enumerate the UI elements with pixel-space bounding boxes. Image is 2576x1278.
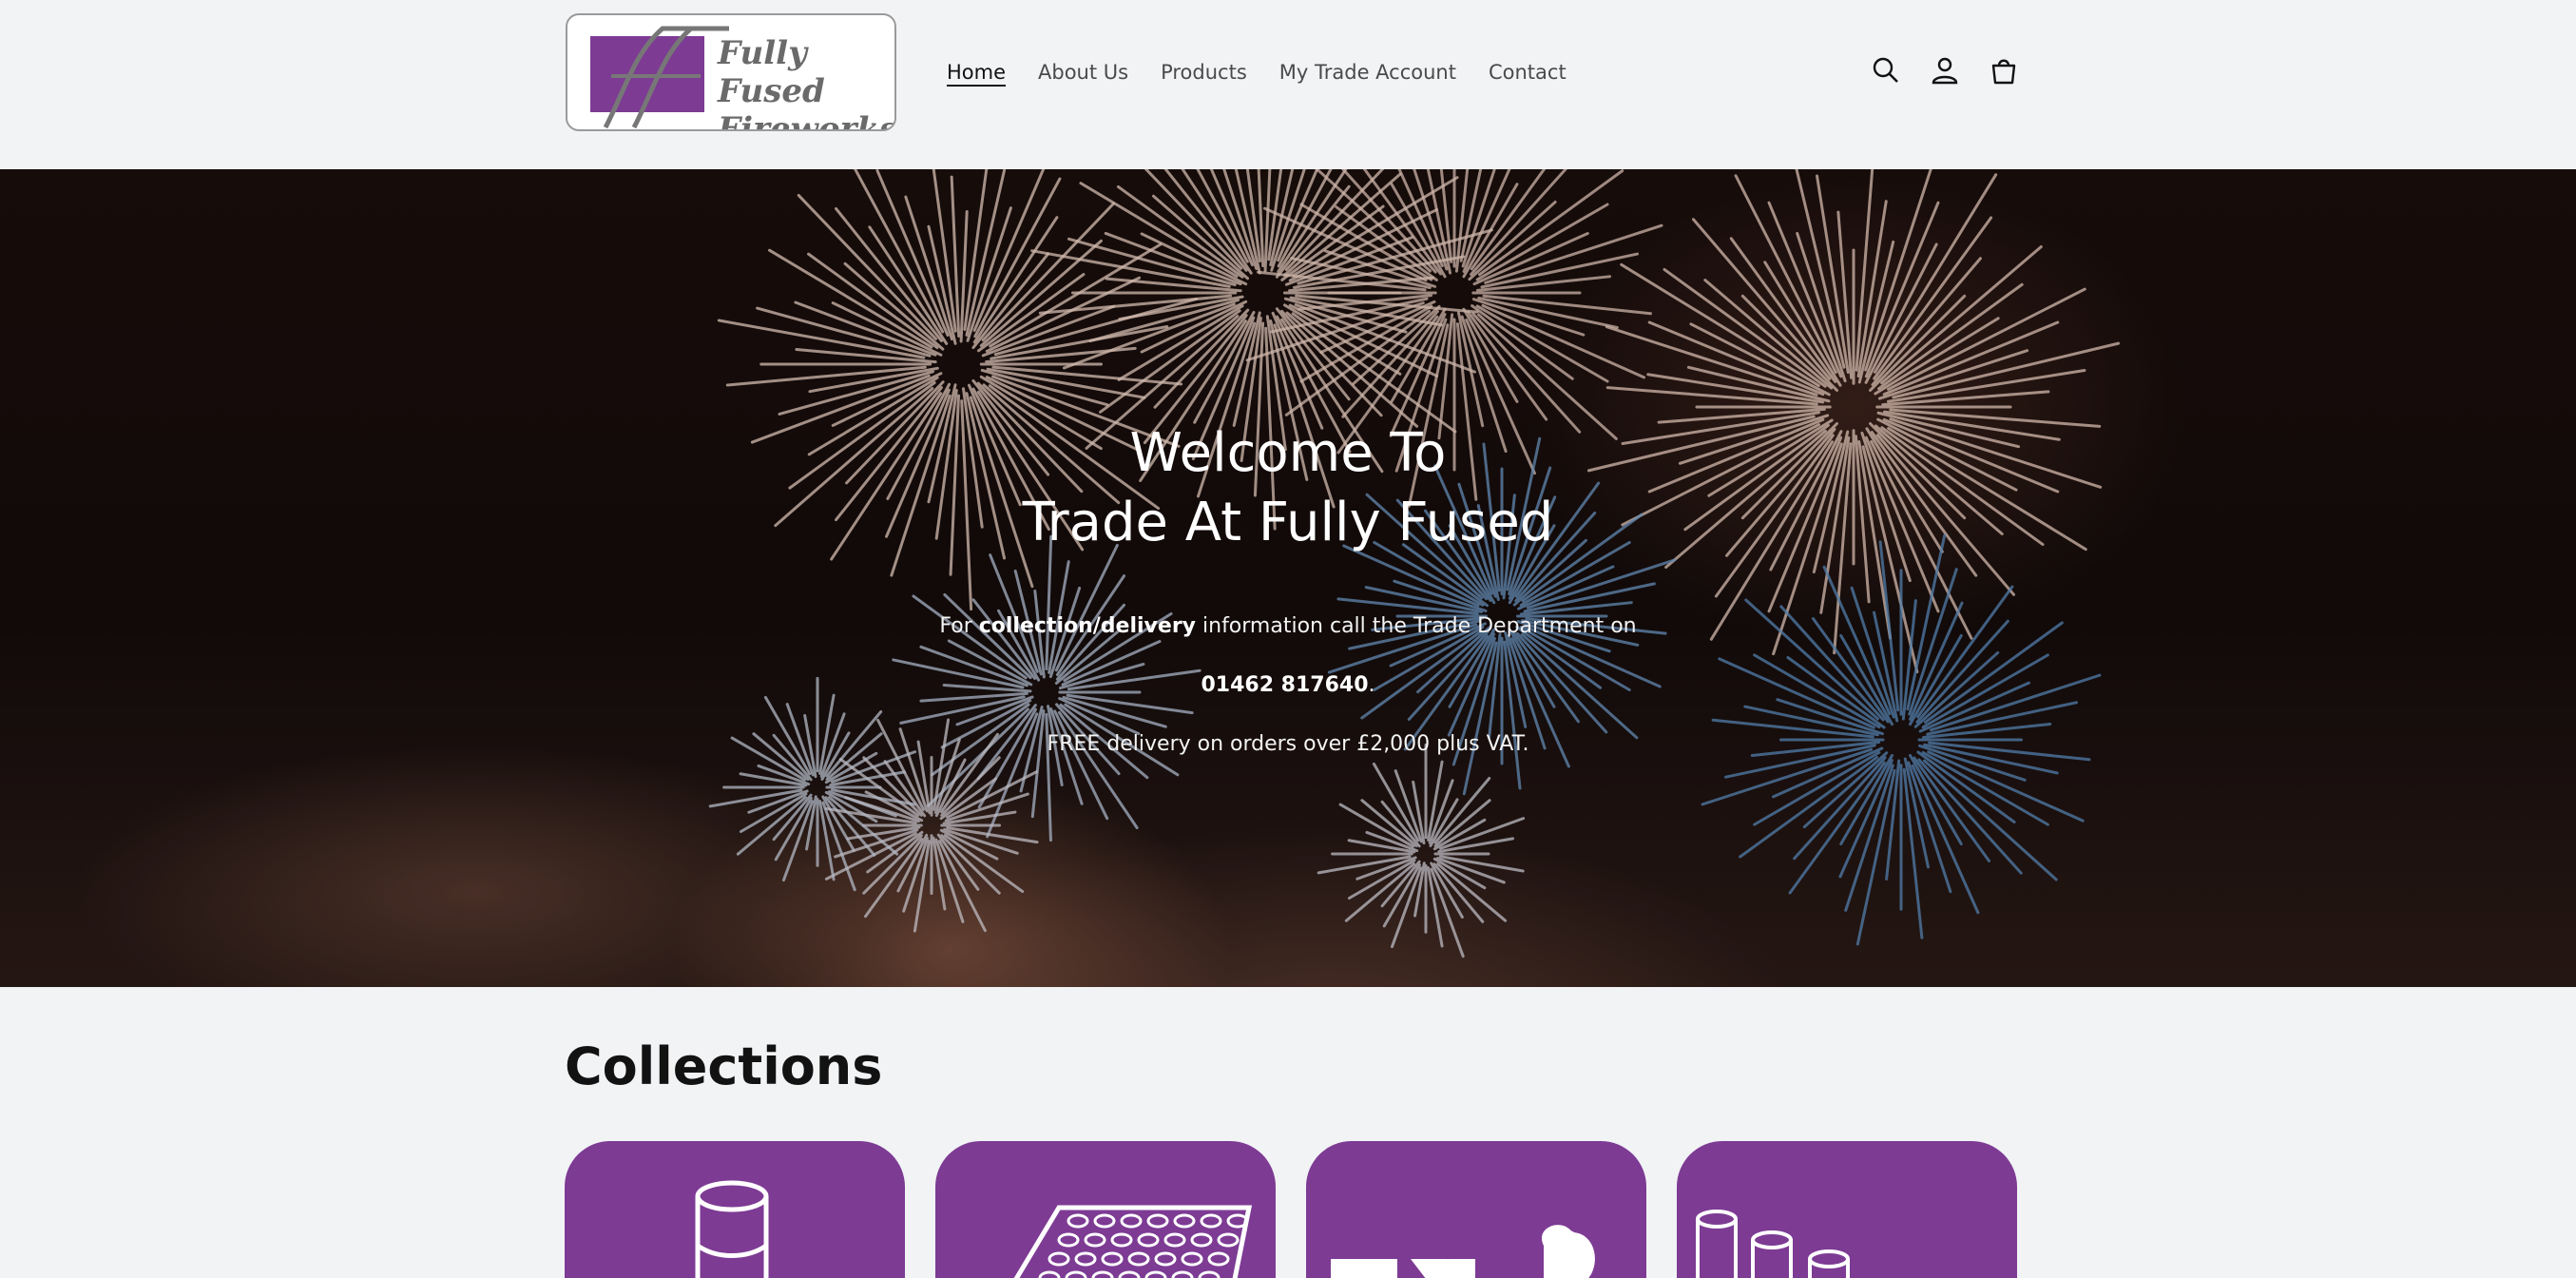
hero-line3-post: delivery on orders over £2,000 plus VAT. xyxy=(1100,732,1529,756)
hero-line1-bold: collection/delivery xyxy=(978,614,1197,638)
hero-phone: 01462 817640. xyxy=(0,673,2576,697)
logo-line2: Fireworks xyxy=(718,110,896,131)
single-shot-tube-icon xyxy=(695,1180,769,1278)
hero-overlay xyxy=(0,169,2576,987)
collection-card[interactable] xyxy=(935,1141,1276,1278)
rocket-icon xyxy=(1331,1225,1595,1278)
account-icon[interactable] xyxy=(1928,53,1962,87)
collection-card[interactable] xyxy=(1306,1141,1646,1278)
nav-products[interactable]: Products xyxy=(1161,55,1247,89)
nav-about-us[interactable]: About Us xyxy=(1038,55,1128,89)
hero-title: Welcome To Trade At Fully Fused xyxy=(0,418,2576,557)
hero-line3-bold: FREE xyxy=(1047,732,1101,756)
hero-collection-info: For collection/delivery information call… xyxy=(0,614,2576,638)
cake-barrage-icon xyxy=(1013,1205,1253,1278)
hero-phone-number: 01462 817640 xyxy=(1201,673,1369,697)
logo-text: Fully Fused Fireworks xyxy=(718,34,896,131)
search-icon[interactable] xyxy=(1869,53,1903,87)
main-nav: Home About Us Products My Trade Account … xyxy=(947,55,1599,89)
hero-title-line2: Trade At Fully Fused xyxy=(1022,492,1554,553)
hero-phone-suffix: . xyxy=(1368,673,1375,697)
hero-banner: Welcome To Trade At Fully Fused For coll… xyxy=(0,169,2576,987)
header-icons xyxy=(1869,53,2021,87)
cart-icon[interactable] xyxy=(1987,53,2021,87)
site-header: Fully Fused Fireworks Home About Us Prod… xyxy=(0,0,2576,169)
site-logo[interactable]: Fully Fused Fireworks xyxy=(566,13,896,131)
hero-title-line1: Welcome To xyxy=(1129,422,1447,484)
hero-line1-pre: For xyxy=(939,614,979,638)
collection-card[interactable] xyxy=(565,1141,905,1278)
hero-delivery-info: FREE delivery on orders over £2,000 plus… xyxy=(0,732,2576,756)
roman-candles-icon xyxy=(1696,1210,1850,1278)
nav-my-trade-account[interactable]: My Trade Account xyxy=(1279,55,1456,89)
hero-line1-post: information call the Trade Department on xyxy=(1196,614,1637,638)
collections-title: Collections xyxy=(565,1036,883,1096)
nav-contact[interactable]: Contact xyxy=(1489,55,1567,89)
logo-line1: Fully Fused xyxy=(718,34,825,110)
nav-home[interactable]: Home xyxy=(947,55,1006,89)
collection-card[interactable] xyxy=(1677,1141,2017,1278)
